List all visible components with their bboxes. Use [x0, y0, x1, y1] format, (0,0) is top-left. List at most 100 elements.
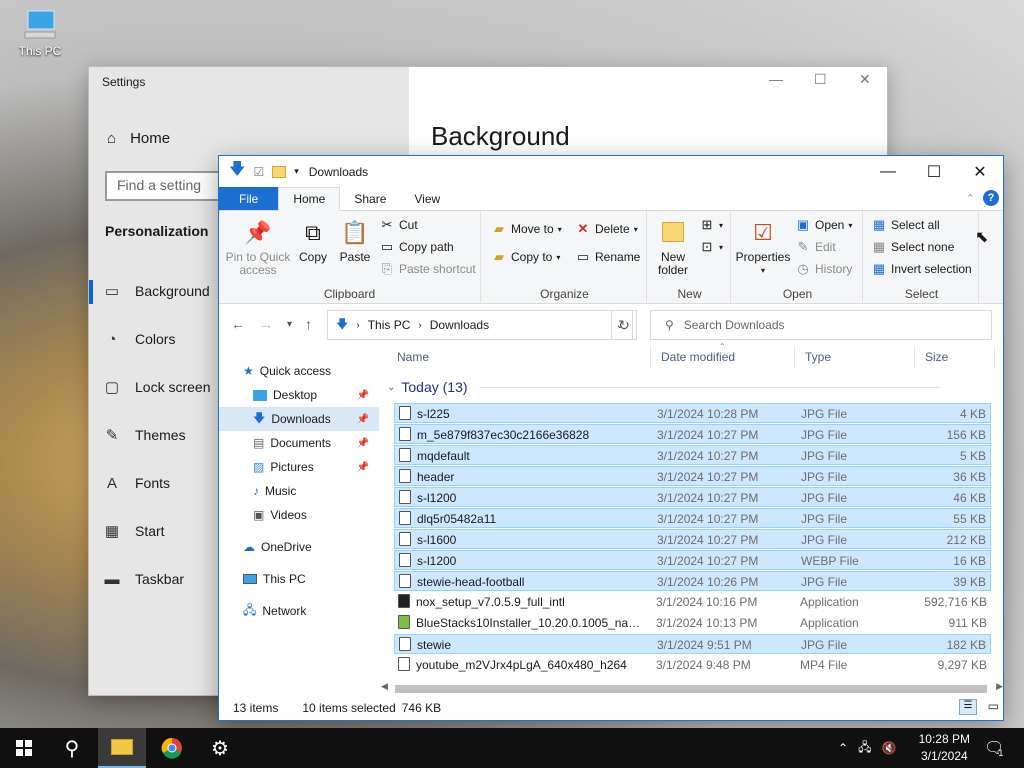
- large-icons-view-icon[interactable]: ▭: [988, 699, 999, 713]
- search-input[interactable]: ⚲ Search Downloads: [650, 310, 992, 340]
- nav-desktop[interactable]: Desktop 📌: [219, 383, 379, 407]
- file-name: mqdefault: [417, 449, 470, 463]
- file-row[interactable]: s-l1600 3/1/2024 10:27 PM JPG File 212 KB: [394, 529, 991, 549]
- file-row[interactable]: BlueStacks10Installer_10.20.0.1005_nativ…: [394, 613, 991, 633]
- tab-share[interactable]: Share: [340, 187, 400, 210]
- start-button[interactable]: [0, 728, 48, 768]
- explorer-titlebar: 🡇 ☑ ▾ Downloads — ☐ ✕: [219, 156, 1003, 187]
- file-explorer-taskbar-button[interactable]: [98, 728, 146, 768]
- properties-qat-icon[interactable]: ☑: [253, 165, 264, 179]
- copy-button[interactable]: ⧉ Copy: [295, 217, 331, 264]
- nav-this-pc[interactable]: This PC: [219, 567, 379, 591]
- pin-icon: 📌: [244, 219, 272, 245]
- explorer-minimize-button[interactable]: —: [865, 156, 911, 187]
- search-taskbar-button[interactable]: ⚲: [48, 728, 96, 768]
- recent-locations-icon[interactable]: ▾: [287, 319, 292, 330]
- desktop-icon-this-pc[interactable]: This PC: [14, 10, 66, 58]
- new-folder-button[interactable]: New folder: [653, 217, 693, 277]
- settings-maximize-button[interactable]: ☐: [814, 71, 827, 88]
- tab-file[interactable]: File: [219, 187, 279, 210]
- settings-minimize-button[interactable]: —: [769, 71, 783, 87]
- settings-close-button[interactable]: ✕: [859, 71, 871, 88]
- paste-shortcut-button[interactable]: ⎘ Paste shortcut: [379, 261, 476, 277]
- nav-videos[interactable]: ▣ Videos: [219, 503, 379, 527]
- file-row[interactable]: nox_setup_v7.0.5.9_full_intl 3/1/2024 10:…: [394, 592, 991, 612]
- invert-selection-label: Invert selection: [891, 262, 972, 276]
- details-view-icon[interactable]: ☰: [959, 699, 977, 715]
- invert-selection-button[interactable]: ▦ Invert selection: [871, 261, 972, 277]
- file-row[interactable]: dlq5r05482a11 3/1/2024 10:27 PM JPG File 55…: [394, 508, 991, 528]
- history-button[interactable]: ◷ History: [795, 261, 852, 277]
- scroll-thumb[interactable]: [395, 685, 987, 693]
- taskbar-clock[interactable]: 10:28 PM 3/1/2024: [919, 731, 970, 765]
- file-row[interactable]: youtube_m2VJrx4pLgA_640x480_h264 3/1/2024…: [394, 655, 991, 675]
- scroll-left-icon[interactable]: ◀: [381, 681, 388, 692]
- file-row[interactable]: mqdefault 3/1/2024 10:27 PM JPG File 5 KB: [394, 445, 991, 465]
- breadcrumb-this-pc[interactable]: This PC: [368, 318, 411, 332]
- delete-button[interactable]: ✕ Delete ▾: [575, 221, 638, 237]
- nav-network[interactable]: 🖧 Network: [219, 599, 379, 623]
- file-size: 9,297 KB: [937, 658, 987, 672]
- edit-label: Edit: [815, 240, 836, 254]
- properties-button[interactable]: ☑ Properties ▾: [735, 217, 791, 277]
- chrome-taskbar-button[interactable]: [148, 728, 196, 768]
- tab-view[interactable]: View: [400, 187, 454, 210]
- properties-label: Properties: [735, 250, 791, 264]
- new-folder-qat-icon[interactable]: [272, 165, 287, 178]
- explorer-maximize-button[interactable]: ☐: [911, 156, 957, 187]
- paste-button[interactable]: 📋 Paste: [337, 217, 373, 264]
- file-row[interactable]: m_5e879f837ec30c2166e36828 3/1/2024 10:27…: [394, 424, 991, 444]
- nav-music[interactable]: ♪ Music: [219, 479, 379, 503]
- file-type: Application: [800, 616, 859, 630]
- pin-to-quick-access-button[interactable]: 📌 Pin to Quick access: [225, 217, 291, 277]
- image-file-icon: [399, 448, 411, 462]
- easy-access-button[interactable]: ⊡ ▾: [699, 239, 723, 255]
- select-all-button[interactable]: ▦ Select all: [871, 217, 940, 233]
- scroll-right-icon[interactable]: ▶: [996, 681, 1003, 692]
- address-bar[interactable]: 🡇 › This PC › Downloads ⌄: [327, 310, 633, 340]
- tab-home[interactable]: Home: [278, 187, 341, 211]
- select-none-button[interactable]: ▦ Select none: [871, 239, 955, 255]
- forward-arrow-icon[interactable]: →: [259, 316, 273, 332]
- volume-muted-icon[interactable]: 🔇: [881, 741, 896, 755]
- nav-quick-access[interactable]: ★ Quick access: [219, 359, 379, 383]
- rename-button[interactable]: ▭ Rename: [575, 249, 641, 265]
- file-row[interactable]: stewie-head-football 3/1/2024 10:26 PM JPG…: [394, 571, 991, 591]
- chevron-up-icon[interactable]: ⌃: [838, 741, 848, 755]
- explorer-close-button[interactable]: ✕: [957, 156, 1003, 187]
- edit-button[interactable]: ✎ Edit: [795, 239, 836, 255]
- file-row[interactable]: s-l225 3/1/2024 10:28 PM JPG File 4 KB: [394, 403, 991, 423]
- open-button[interactable]: ▣ Open ▾: [795, 217, 853, 233]
- column-type[interactable]: Type: [795, 346, 915, 368]
- nav-downloads[interactable]: 🡇 Downloads 📌: [219, 407, 379, 431]
- notification-center-button[interactable]: 🗨 1: [984, 728, 1004, 768]
- copy-to-button[interactable]: ▰ Copy to ▾: [491, 249, 560, 265]
- refresh-icon[interactable]: ↻: [611, 310, 637, 340]
- nav-documents[interactable]: ▤ Documents 📌: [219, 431, 379, 455]
- column-size[interactable]: Size: [915, 346, 995, 368]
- nav-onedrive[interactable]: ☁ OneDrive: [219, 535, 379, 559]
- breadcrumb-downloads[interactable]: Downloads: [430, 318, 489, 332]
- file-row[interactable]: header 3/1/2024 10:27 PM JPG File 36 KB: [394, 466, 991, 486]
- file-row[interactable]: s-l1200 3/1/2024 10:27 PM WEBP File 16 KB: [394, 550, 991, 570]
- help-icon[interactable]: ?: [983, 190, 999, 206]
- up-arrow-icon[interactable]: ↑: [305, 316, 312, 332]
- copy-path-button[interactable]: ▭ Copy path: [379, 239, 454, 255]
- back-arrow-icon[interactable]: ←: [231, 316, 245, 332]
- ribbon-collapse-icon[interactable]: ⌃: [966, 192, 975, 205]
- file-row[interactable]: stewie 3/1/2024 9:51 PM JPG File 182 KB: [394, 634, 991, 654]
- group-header-today[interactable]: ⌄ Today (13): [387, 379, 940, 395]
- column-name[interactable]: Name: [387, 346, 651, 368]
- move-to-button[interactable]: ▰ Move to ▾: [491, 221, 562, 237]
- network-status-icon[interactable]: 🖧: [858, 738, 871, 759]
- file-row[interactable]: s-l1200 3/1/2024 10:27 PM JPG File 46 KB: [394, 487, 991, 507]
- qat-dropdown-icon[interactable]: ▾: [294, 166, 299, 177]
- horizontal-scrollbar[interactable]: ◀ ▶: [381, 681, 1003, 697]
- nav-pictures[interactable]: ▨ Pictures 📌: [219, 455, 379, 479]
- new-item-button[interactable]: ⊞ ▾: [699, 217, 723, 233]
- application-icon: [398, 615, 410, 629]
- settings-taskbar-button[interactable]: ⚙: [196, 728, 244, 768]
- cut-button[interactable]: ✂ Cut: [379, 217, 418, 233]
- settings-home[interactable]: ⌂ Home: [107, 130, 170, 147]
- start-icon: ▦: [104, 523, 120, 540]
